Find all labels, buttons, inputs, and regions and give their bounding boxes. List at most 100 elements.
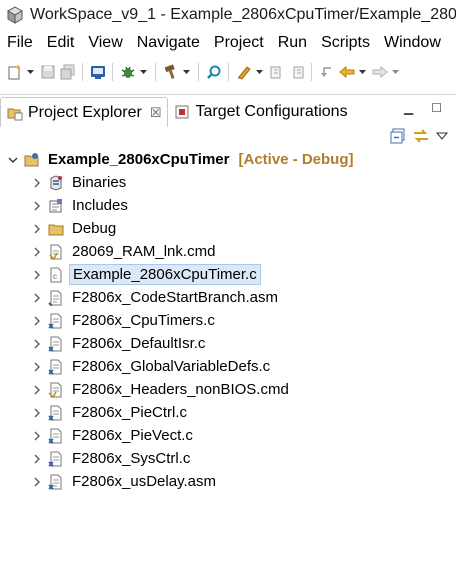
view-tabs: Project Explorer ☒ Target Configurations	[0, 95, 456, 127]
new-dropdown-icon[interactable]	[26, 63, 34, 81]
menu-view[interactable]: View	[81, 34, 129, 52]
chevron-right-icon[interactable]	[30, 291, 44, 305]
prev-annotation-icon[interactable]	[268, 63, 286, 81]
chevron-right-icon[interactable]	[30, 360, 44, 374]
tree-item[interactable]: F2806x_GlobalVariableDefs.c	[0, 355, 456, 378]
toolbar-separator	[112, 63, 113, 81]
forward-icon[interactable]	[371, 63, 389, 81]
new-icon[interactable]	[6, 63, 24, 81]
search-icon[interactable]	[205, 63, 223, 81]
includes-icon	[49, 198, 62, 212]
next-annotation-icon[interactable]	[288, 63, 306, 81]
terminal-icon[interactable]	[89, 63, 107, 81]
chevron-right-icon[interactable]	[30, 429, 44, 443]
chevron-right-icon[interactable]	[30, 452, 44, 466]
tree-item-label: F2806x_CpuTimers.c	[72, 312, 215, 329]
menu-window[interactable]: Window	[377, 34, 448, 52]
chevron-down-icon[interactable]	[6, 153, 20, 167]
last-edit-icon[interactable]	[318, 63, 336, 81]
pen-icon[interactable]	[235, 63, 253, 81]
tree-item[interactable]: F2806x_usDelay.asm	[0, 470, 456, 493]
cmd-file-link-icon	[48, 382, 62, 398]
tree-item[interactable]: F2806x_PieVect.c	[0, 424, 456, 447]
c-file-link-icon	[48, 428, 62, 444]
menu-scripts[interactable]: Scripts	[314, 34, 377, 52]
main-toolbar	[0, 57, 456, 87]
tree-item-label: Includes	[72, 197, 128, 214]
maximize-icon[interactable]: ☐	[431, 101, 442, 115]
forward-dropdown-icon[interactable]	[391, 63, 399, 81]
chevron-right-icon[interactable]	[30, 314, 44, 328]
tab-label: Target Configurations	[195, 103, 348, 120]
tab-label: Project Explorer	[28, 103, 142, 121]
tree-root-project[interactable]: Example_2806xCpuTimer [Active - Debug]	[0, 148, 456, 171]
tree-item[interactable]: Binaries	[0, 171, 456, 194]
save-icon[interactable]	[39, 63, 57, 81]
collapse-all-icon[interactable]	[390, 128, 406, 144]
chevron-right-icon[interactable]	[30, 245, 44, 259]
menu-navigate[interactable]: Navigate	[130, 34, 207, 52]
pen-dropdown-icon[interactable]	[255, 63, 263, 81]
chevron-right-icon[interactable]	[30, 268, 44, 282]
tab-project-explorer[interactable]: Project Explorer ☒	[0, 97, 169, 127]
menu-file[interactable]: File	[0, 34, 40, 52]
menu-run[interactable]: Run	[271, 34, 314, 52]
tree-item[interactable]: F2806x_DefaultIsr.c	[0, 332, 456, 355]
minimize-icon[interactable]: ▁	[404, 101, 413, 115]
asm-file-link-icon	[48, 474, 62, 490]
close-icon[interactable]: ☒	[150, 105, 162, 121]
tree-item[interactable]: F2806x_CodeStartBranch.asm	[0, 286, 456, 309]
tree-item-label: F2806x_DefaultIsr.c	[72, 335, 206, 352]
tree-item[interactable]: F2806x_Headers_nonBIOS.cmd	[0, 378, 456, 401]
project-explorer-panel: Project Explorer ☒ Target Configurations…	[0, 94, 456, 572]
tab-target-configurations[interactable]: Target Configurations	[168, 97, 353, 127]
project-status-decoration: [Active - Debug]	[238, 151, 354, 168]
c-file-icon: c	[50, 267, 62, 282]
asm-file-icon	[48, 290, 62, 306]
tree-item[interactable]: Includes	[0, 194, 456, 217]
c-file-link-icon	[48, 405, 62, 421]
view-menu-icon[interactable]	[436, 131, 448, 141]
menu-project[interactable]: Project	[207, 34, 271, 52]
chevron-right-icon[interactable]	[30, 475, 44, 489]
folder-icon	[48, 224, 64, 235]
chevron-right-icon[interactable]	[30, 383, 44, 397]
tree-item[interactable]: c Example_2806xCpuTimer.c	[0, 263, 456, 286]
chevron-right-icon[interactable]	[30, 406, 44, 420]
chevron-right-icon[interactable]	[30, 337, 44, 351]
debug-icon[interactable]	[119, 63, 137, 81]
c-file-link-icon	[48, 451, 62, 467]
c-file-link-icon	[48, 336, 62, 352]
tree-item[interactable]: F2806x_PieCtrl.c	[0, 401, 456, 424]
back-dropdown-icon[interactable]	[358, 63, 366, 81]
binaries-icon	[50, 174, 62, 191]
project-tree: Example_2806xCpuTimer [Active - Debug] B…	[0, 148, 456, 493]
tree-item[interactable]: Debug	[0, 217, 456, 240]
tree-item-label: F2806x_PieCtrl.c	[72, 404, 188, 421]
tree-item-label: Binaries	[72, 174, 127, 191]
back-icon[interactable]	[338, 63, 356, 81]
tree-item-label: F2806x_GlobalVariableDefs.c	[72, 358, 271, 375]
chevron-right-icon[interactable]	[30, 176, 44, 190]
tree-item[interactable]: F2806x_SysCtrl.c	[0, 447, 456, 470]
tree-item[interactable]: 28069_RAM_lnk.cmd	[0, 240, 456, 263]
chevron-right-icon[interactable]	[30, 199, 44, 213]
project-explorer-icon	[7, 108, 23, 120]
window-title: WorkSpace_v9_1 - Example_2806xCpuTimer/E…	[30, 6, 456, 23]
c-file-link-icon	[48, 313, 62, 329]
view-controls: ▁ ☐	[404, 101, 442, 115]
chevron-right-icon[interactable]	[30, 222, 44, 236]
toolbar-separator	[82, 63, 83, 81]
title-bar: WorkSpace_v9_1 - Example_2806xCpuTimer/E…	[0, 0, 456, 30]
tree-item-label: F2806x_Headers_nonBIOS.cmd	[72, 381, 289, 398]
tree-item[interactable]: F2806x_CpuTimers.c	[0, 309, 456, 332]
link-with-editor-icon[interactable]	[412, 128, 430, 144]
build-hammer-icon[interactable]	[162, 63, 180, 81]
target-config-icon	[175, 105, 189, 119]
tree-item-label: 28069_RAM_lnk.cmd	[72, 243, 216, 260]
menu-edit[interactable]: Edit	[40, 34, 82, 52]
debug-dropdown-icon[interactable]	[139, 63, 147, 81]
save-all-icon[interactable]	[59, 63, 77, 81]
build-dropdown-icon[interactable]	[182, 63, 190, 81]
tree-item-label: F2806x_PieVect.c	[72, 427, 193, 444]
